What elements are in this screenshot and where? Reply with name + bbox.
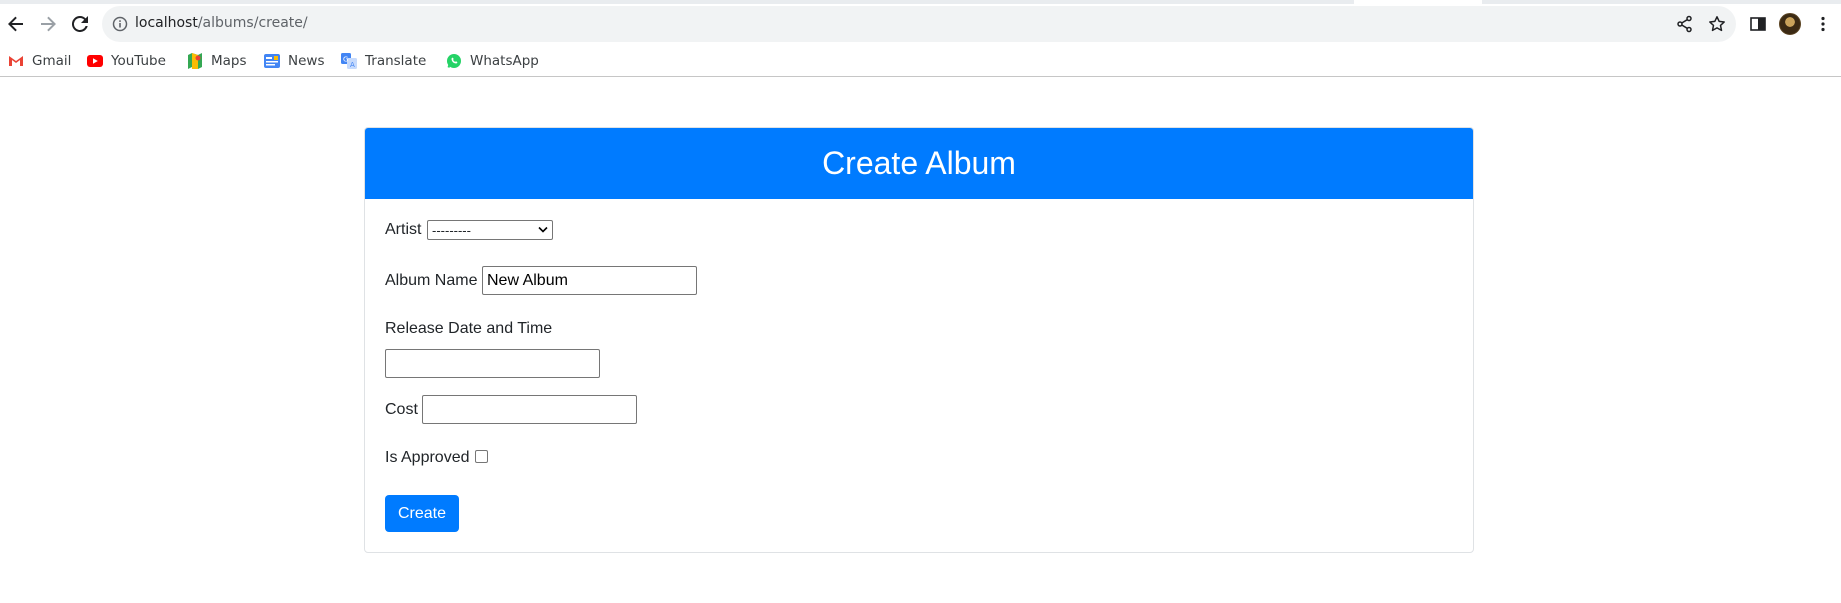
release-date-label: Release Date and Time <box>385 320 553 337</box>
bookmark-maps[interactable]: Maps <box>187 50 247 72</box>
album-name-label: Album Name <box>385 272 478 289</box>
svg-text:G: G <box>343 56 348 64</box>
back-button[interactable] <box>4 12 28 36</box>
browser-menu-button[interactable] <box>1811 12 1835 36</box>
svg-text:A: A <box>350 61 355 69</box>
kebab-menu-icon <box>1821 16 1825 32</box>
bookmark-youtube[interactable]: YouTube <box>87 50 166 72</box>
bookmark-label: Translate <box>365 53 427 69</box>
create-album-card: Create Album Artist --------- Album Name… <box>364 127 1474 553</box>
bookmark-whatsapp[interactable]: WhatsApp <box>446 50 539 72</box>
arrow-right-icon <box>41 16 56 32</box>
arrow-left-icon <box>8 16 23 32</box>
bookmark-label: News <box>288 53 325 69</box>
address-bar[interactable]: localhost/albums/create/ <box>102 6 1736 42</box>
info-icon[interactable] <box>112 16 128 32</box>
artist-label: Artist <box>385 221 422 238</box>
bookmark-star-icon[interactable] <box>1708 15 1726 33</box>
url-path: /albums/create/ <box>197 15 308 31</box>
share-icon[interactable] <box>1676 15 1694 33</box>
maps-icon <box>187 53 203 69</box>
forward-button[interactable] <box>36 12 60 36</box>
release-date-input[interactable] <box>385 349 600 378</box>
bookmark-news[interactable]: News <box>264 50 324 72</box>
gmail-icon <box>8 53 24 69</box>
create-button[interactable]: Create <box>385 495 459 532</box>
bookmarks-bar: Gmail YouTube Maps News GA Translate Wha… <box>0 44 1841 77</box>
news-icon <box>264 53 280 69</box>
url-host: localhost <box>135 15 198 31</box>
reload-icon <box>72 16 88 32</box>
is-approved-label: Is Approved <box>385 449 470 466</box>
bookmark-label: YouTube <box>111 53 166 69</box>
bookmark-label: Gmail <box>32 53 72 69</box>
bookmark-gmail[interactable]: Gmail <box>8 50 71 72</box>
profile-avatar[interactable] <box>1779 13 1801 35</box>
reload-button[interactable] <box>68 12 92 36</box>
side-panel-icon <box>1750 17 1766 31</box>
chevron-down-icon <box>538 226 548 233</box>
album-name-input[interactable]: New Album <box>482 266 697 295</box>
translate-icon: GA <box>341 53 357 69</box>
bookmark-label: Maps <box>211 53 247 69</box>
url-text[interactable]: localhost/albums/create/ <box>135 15 308 31</box>
browser-toolbar: localhost/albums/create/ <box>0 4 1841 44</box>
artist-selected-value: --------- <box>432 222 471 238</box>
whatsapp-icon <box>446 53 462 69</box>
side-panel-button[interactable] <box>1746 12 1770 36</box>
page-title: Create Album <box>822 145 1016 181</box>
bookmark-label: WhatsApp <box>470 53 539 69</box>
cost-label: Cost <box>385 401 418 418</box>
youtube-icon <box>87 53 103 69</box>
card-header: Create Album <box>365 128 1473 199</box>
bookmark-translate[interactable]: GA Translate <box>341 50 426 72</box>
is-approved-checkbox[interactable] <box>475 450 488 463</box>
cost-input[interactable] <box>422 395 637 424</box>
artist-select[interactable]: --------- <box>427 220 553 240</box>
